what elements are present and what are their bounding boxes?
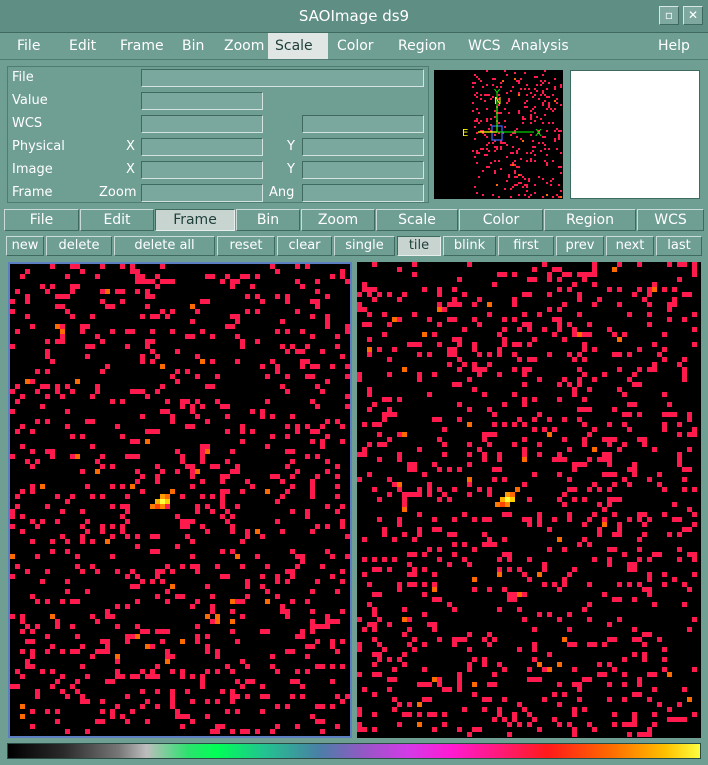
image-frame-2[interactable] — [357, 262, 701, 738]
panner-view[interactable]: N E X Y — [434, 70, 563, 199]
menu-analysis[interactable]: Analysis — [504, 33, 576, 59]
btn-clear[interactable]: clear — [277, 236, 332, 256]
window-title: SAOImage ds9 — [298, 7, 410, 25]
physical-label: Physical — [12, 139, 65, 154]
compass-overlay: N E X Y — [462, 88, 542, 141]
file-label: File — [12, 70, 34, 85]
wcs-label: WCS — [12, 116, 43, 131]
angle-label: Ang — [269, 185, 295, 200]
frame-button-bar: new delete delete all reset clear single… — [4, 236, 704, 258]
image-frame-1[interactable] — [8, 262, 352, 738]
image-y-field — [302, 161, 424, 179]
btn-tile[interactable]: tile — [397, 236, 441, 256]
btn-blink[interactable]: blink — [443, 236, 496, 256]
btn-frame[interactable]: Frame — [155, 209, 235, 231]
zoom-field — [141, 184, 263, 202]
menu-bar: File Edit Frame Bin Zoom Scale Color Reg… — [0, 33, 708, 60]
colorbar[interactable] — [7, 743, 701, 759]
image-label: Image — [12, 162, 53, 177]
menu-help[interactable]: Help — [651, 33, 697, 59]
physical-x-field — [141, 138, 263, 156]
menu-bin[interactable]: Bin — [175, 33, 211, 59]
btn-delete[interactable]: delete — [46, 236, 112, 256]
angle-field — [302, 184, 424, 202]
title-bar: SAOImage ds9 ▫ ✕ — [0, 0, 708, 33]
minimize-button[interactable]: ▫ — [659, 6, 679, 25]
physical-y-label: Y — [287, 139, 295, 154]
btn-region[interactable]: Region — [544, 209, 636, 231]
btn-wcs[interactable]: WCS — [637, 209, 704, 231]
button-bar: File Edit Frame Bin Zoom Scale Color Reg… — [4, 209, 704, 231]
menu-edit[interactable]: Edit — [62, 33, 103, 59]
physical-x-label: X — [126, 139, 135, 154]
frame-label: Frame — [12, 185, 53, 200]
btn-reset[interactable]: reset — [217, 236, 275, 256]
menu-zoom[interactable]: Zoom — [217, 33, 271, 59]
btn-edit[interactable]: Edit — [80, 209, 154, 231]
x-label: X — [535, 128, 542, 139]
btn-file[interactable]: File — [4, 209, 79, 231]
btn-zoom[interactable]: Zoom — [301, 209, 375, 231]
close-button[interactable]: ✕ — [683, 6, 703, 25]
menu-scale[interactable]: Scale — [268, 33, 328, 59]
image-y-label: Y — [287, 162, 295, 177]
btn-single[interactable]: single — [334, 236, 395, 256]
btn-scale[interactable]: Scale — [376, 209, 458, 231]
btn-prev[interactable]: prev — [556, 236, 604, 256]
physical-y-field — [302, 138, 424, 156]
file-field — [141, 69, 424, 87]
east-label: E — [462, 128, 468, 139]
wcs-x-field — [141, 115, 263, 133]
wcs-y-field — [302, 115, 424, 133]
magnifier-view — [570, 70, 700, 199]
btn-color[interactable]: Color — [459, 209, 543, 231]
btn-delete-all[interactable]: delete all — [114, 236, 215, 256]
btn-bin[interactable]: Bin — [236, 209, 300, 231]
menu-file[interactable]: File — [10, 33, 47, 59]
btn-first[interactable]: first — [498, 236, 554, 256]
btn-new[interactable]: new — [6, 236, 44, 256]
menu-region[interactable]: Region — [391, 33, 453, 59]
frame-2-image — [357, 262, 697, 737]
btn-next[interactable]: next — [606, 236, 654, 256]
menu-wcs[interactable]: WCS — [461, 33, 508, 59]
menu-color[interactable]: Color — [330, 33, 381, 59]
image-x-label: X — [126, 162, 135, 177]
value-field — [141, 92, 263, 110]
frame-1-image — [10, 264, 350, 734]
image-x-field — [141, 161, 263, 179]
value-label: Value — [12, 93, 48, 108]
menu-frame[interactable]: Frame — [113, 33, 171, 59]
zoom-label: Zoom — [99, 185, 137, 200]
y-label: Y — [493, 88, 501, 99]
btn-last[interactable]: last — [656, 236, 702, 256]
